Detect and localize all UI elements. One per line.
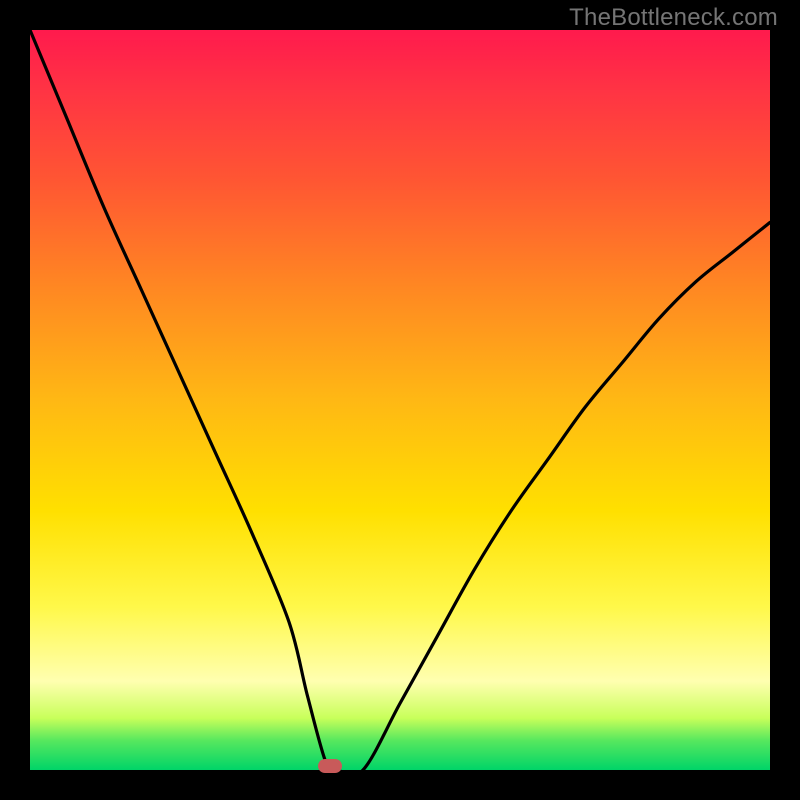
curve-svg [30, 30, 770, 770]
chart-frame: TheBottleneck.com [0, 0, 800, 800]
bottleneck-curve [30, 30, 770, 770]
optimal-marker [318, 759, 342, 773]
plot-area [30, 30, 770, 770]
watermark-text: TheBottleneck.com [569, 4, 778, 32]
